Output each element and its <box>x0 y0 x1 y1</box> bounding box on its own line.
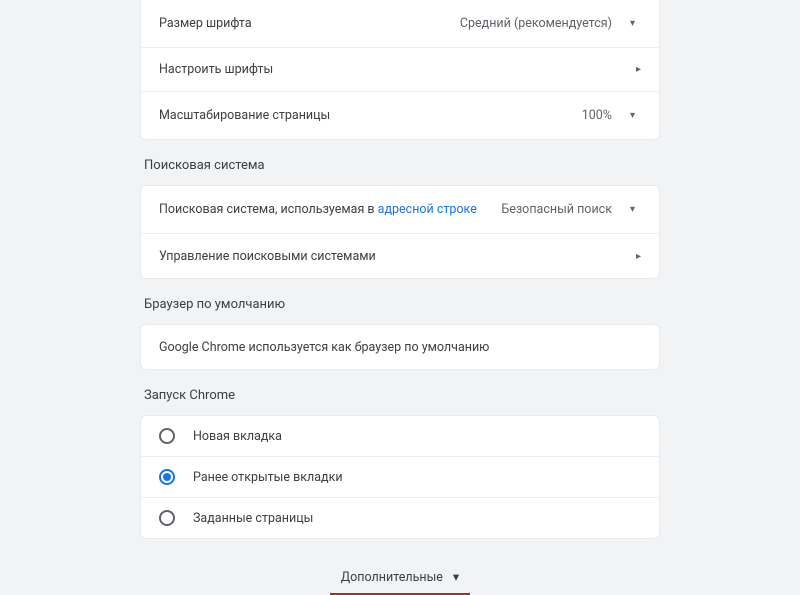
font-size-label: Размер шрифта <box>159 16 252 31</box>
startup-option-label: Ранее открытые вкладки <box>193 470 343 485</box>
caret-down-icon: ▾ <box>630 18 635 29</box>
page-zoom-label: Масштабирование страницы <box>159 108 330 123</box>
search-engine-label-prefix: Поисковая система, используемая в <box>159 202 378 217</box>
startup-option-new-tab[interactable]: Новая вкладка <box>141 416 659 457</box>
font-size-value: Средний (рекомендуется) <box>460 16 612 31</box>
page-zoom-row: Масштабирование страницы 100% ▾ <box>141 92 659 139</box>
address-bar-link[interactable]: адресной строке <box>378 202 477 217</box>
customize-fonts-label: Настроить шрифты <box>159 62 273 77</box>
search-engine-title: Поисковая система <box>144 158 660 173</box>
default-browser-status-row: Google Chrome используется как браузер п… <box>141 325 659 369</box>
caret-down-icon: ▾ <box>630 204 635 215</box>
on-startup-card: Новая вкладка Ранее открытые вкладки Зад… <box>140 415 660 539</box>
radio-icon <box>159 428 175 444</box>
default-browser-title: Браузер по умолчанию <box>144 297 660 312</box>
radio-icon <box>159 510 175 526</box>
font-size-row: Размер шрифта Средний (рекомендуется) ▾ <box>141 0 659 48</box>
default-browser-status: Google Chrome используется как браузер п… <box>159 340 489 355</box>
chevron-right-icon: ▸ <box>636 64 641 75</box>
advanced-section: Дополнительные ▾ <box>140 565 660 595</box>
manage-search-engines-row[interactable]: Управление поисковыми системами ▸ <box>141 234 659 278</box>
default-browser-card: Google Chrome используется как браузер п… <box>140 324 660 370</box>
search-engine-value: Безопасный поиск <box>501 202 612 217</box>
manage-search-engines-label: Управление поисковыми системами <box>159 249 376 264</box>
search-engine-card: Поисковая система, используемая в адресн… <box>140 185 660 279</box>
startup-option-continue[interactable]: Ранее открытые вкладки <box>141 457 659 498</box>
startup-option-label: Новая вкладка <box>193 429 282 444</box>
customize-fonts-row[interactable]: Настроить шрифты ▸ <box>141 48 659 92</box>
caret-down-icon: ▾ <box>453 569 459 585</box>
caret-down-icon: ▾ <box>630 110 635 121</box>
search-engine-label: Поисковая система, используемая в адресн… <box>159 202 477 217</box>
radio-checked-icon <box>159 469 175 485</box>
appearance-card: Размер шрифта Средний (рекомендуется) ▾ … <box>140 0 660 140</box>
on-startup-title: Запуск Chrome <box>144 388 660 403</box>
advanced-toggle-button[interactable]: Дополнительные ▾ <box>339 565 461 589</box>
font-size-dropdown[interactable]: Средний (рекомендуется) ▾ <box>454 12 641 35</box>
search-engine-dropdown[interactable]: Безопасный поиск ▾ <box>495 198 641 221</box>
advanced-label: Дополнительные <box>341 570 443 585</box>
search-engine-row: Поисковая система, используемая в адресн… <box>141 186 659 234</box>
startup-option-specific-pages[interactable]: Заданные страницы <box>141 498 659 538</box>
startup-option-label: Заданные страницы <box>193 511 313 526</box>
page-zoom-value: 100% <box>582 108 612 123</box>
chevron-right-icon: ▸ <box>636 251 641 262</box>
page-zoom-dropdown[interactable]: 100% ▾ <box>576 104 641 127</box>
